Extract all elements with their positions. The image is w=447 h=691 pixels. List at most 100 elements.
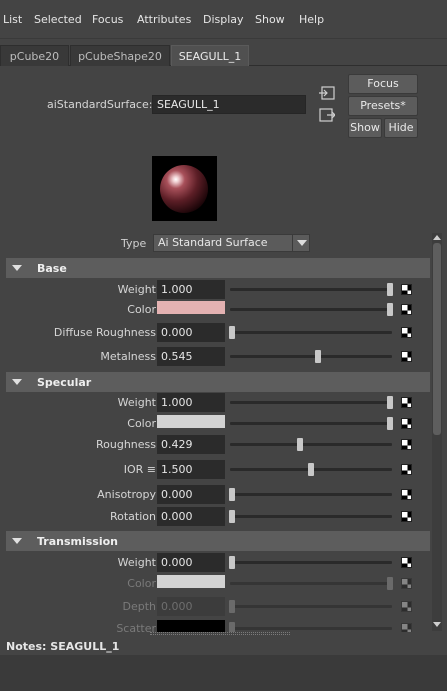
resize-grip[interactable] (150, 632, 290, 635)
attr-value-field[interactable]: 0.000 (157, 553, 225, 572)
output-connection-icon[interactable] (319, 108, 335, 122)
tab-seagull-1[interactable]: SEAGULL_1 (171, 45, 249, 66)
slider-track[interactable] (230, 288, 392, 291)
slider-track[interactable] (230, 561, 392, 564)
attr-row-ior: IOR ≡ 1.500 (6, 459, 430, 481)
collapse-arrow-icon[interactable] (12, 379, 22, 385)
color-swatch (157, 575, 225, 588)
attr-row-rotation: Rotation 0.000 (6, 506, 430, 528)
menu-focus[interactable]: Focus (92, 13, 123, 26)
section-title: Base (37, 262, 67, 275)
slider-handle[interactable] (308, 463, 314, 476)
show-button[interactable]: Show (348, 118, 382, 138)
presets-button[interactable]: Presets* (348, 96, 418, 116)
menu-show[interactable]: Show (255, 13, 285, 26)
scrollbar-thumb[interactable] (433, 243, 441, 435)
scroll-up-icon[interactable] (433, 235, 441, 240)
slider-track[interactable] (230, 443, 392, 446)
texture-map-icon (401, 623, 412, 632)
material-sphere-icon (160, 165, 208, 213)
slider-handle (229, 600, 235, 613)
tab-pcubeshape20[interactable]: pCubeShape20 (70, 45, 170, 66)
scroll-down-icon[interactable] (433, 622, 441, 627)
slider-track[interactable] (230, 355, 392, 358)
collapse-arrow-icon[interactable] (12, 265, 22, 271)
color-swatch[interactable] (157, 415, 225, 428)
input-connection-icon[interactable] (319, 86, 335, 100)
slider-handle[interactable] (229, 326, 235, 339)
notes-node-name: SEAGULL_1 (50, 640, 120, 653)
slider-track[interactable] (230, 422, 392, 425)
menu-list[interactable]: List (3, 13, 22, 26)
vertical-scrollbar[interactable] (432, 233, 442, 631)
menu-bar: List Selected Focus Attributes Display S… (0, 0, 447, 40)
menu-attributes[interactable]: Attributes (137, 13, 191, 26)
slider-handle[interactable] (315, 350, 322, 363)
menu-divider (0, 38, 447, 39)
slider-handle[interactable] (229, 556, 235, 569)
texture-map-icon[interactable] (401, 327, 412, 338)
slider-handle[interactable] (387, 396, 393, 409)
notes-textarea[interactable] (0, 655, 447, 691)
attr-value-field[interactable]: 0.000 (157, 323, 225, 342)
attr-label: Weight (117, 283, 156, 296)
attr-label: IOR ≡ (123, 463, 156, 476)
attr-value-field[interactable]: 1.000 (157, 393, 225, 412)
slider-track[interactable] (230, 493, 392, 496)
slider-handle[interactable] (229, 488, 235, 501)
color-swatch (157, 620, 225, 632)
attr-value-field[interactable]: 1.000 (157, 280, 225, 299)
texture-map-icon[interactable] (401, 439, 412, 450)
attr-value-field[interactable]: 0.000 (157, 485, 225, 504)
attr-label: Roughness (95, 438, 156, 451)
texture-map-icon[interactable] (401, 557, 412, 568)
slider-handle[interactable] (229, 510, 235, 523)
type-dropdown[interactable]: Ai Standard Surface (153, 234, 310, 252)
attr-row-metalness: Metalness 0.545 (6, 346, 430, 368)
texture-map-icon[interactable] (401, 284, 412, 295)
slider-handle[interactable] (387, 303, 393, 316)
texture-map-icon[interactable] (401, 304, 412, 315)
slider-track[interactable] (230, 331, 392, 334)
menu-selected[interactable]: Selected (34, 13, 82, 26)
slider-handle[interactable] (296, 438, 303, 451)
menu-help[interactable]: Help (299, 13, 324, 26)
attr-value-field[interactable]: 0.545 (157, 347, 225, 366)
slider-handle[interactable] (387, 283, 393, 296)
attr-label: Weight (117, 396, 156, 409)
notes-header: Notes: SEAGULL_1 (6, 640, 119, 653)
attr-label: Color (127, 577, 156, 590)
node-name-field[interactable]: SEAGULL_1 (152, 95, 306, 114)
slider-track[interactable] (230, 515, 392, 518)
material-swatch[interactable] (152, 156, 217, 221)
attr-value-field[interactable]: 0.429 (157, 435, 225, 454)
attr-label: Diffuse Roughness (53, 326, 156, 339)
section-base-header[interactable]: Base (6, 258, 430, 278)
section-specular-header[interactable]: Specular (6, 372, 430, 392)
focus-button[interactable]: Focus (348, 74, 418, 94)
section-transmission-header[interactable]: Transmission (6, 531, 430, 551)
texture-map-icon[interactable] (401, 464, 412, 475)
attr-row-diffuse-roughness: Diffuse Roughness 0.000 (6, 322, 430, 344)
attr-row-specular-color: Color (6, 413, 430, 435)
attr-value-field[interactable]: 1.500 (157, 460, 225, 479)
attr-value-field: 0.000 (157, 597, 225, 616)
attr-label: Weight (117, 556, 156, 569)
texture-map-icon[interactable] (401, 511, 412, 522)
menu-display[interactable]: Display (203, 13, 244, 26)
texture-map-icon[interactable] (401, 418, 412, 429)
attr-label: Depth (122, 600, 156, 613)
attr-value-field[interactable]: 0.000 (157, 507, 225, 526)
texture-map-icon[interactable] (401, 351, 412, 362)
slider-track[interactable] (230, 401, 392, 404)
hide-button[interactable]: Hide (384, 118, 418, 138)
tab-pcube20[interactable]: pCube20 (0, 45, 69, 66)
slider-handle[interactable] (387, 417, 393, 430)
collapse-arrow-icon[interactable] (12, 538, 22, 544)
type-label: Type (121, 237, 147, 250)
color-swatch[interactable] (157, 301, 225, 314)
chevron-down-icon[interactable] (292, 234, 310, 252)
slider-track[interactable] (230, 308, 392, 311)
texture-map-icon[interactable] (401, 397, 412, 408)
texture-map-icon[interactable] (401, 489, 412, 500)
